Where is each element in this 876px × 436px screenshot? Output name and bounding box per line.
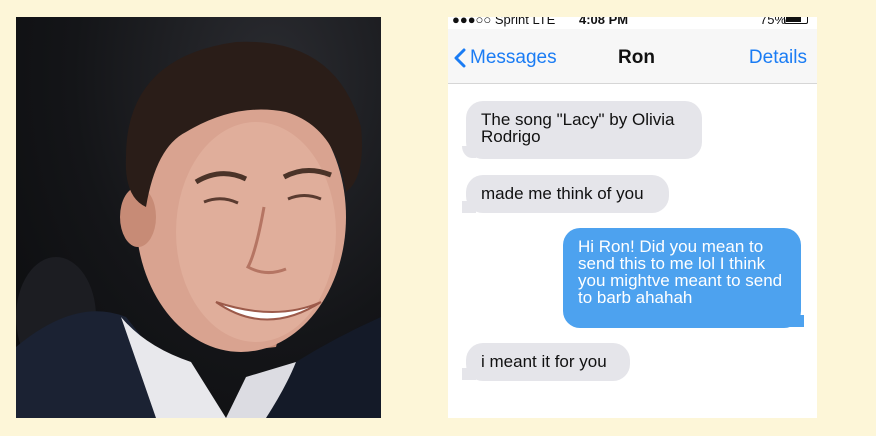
status-bar: ●●●○○ Sprint LTE 4:08 PM 75% [448,17,817,29]
message-text: The song "Lacy" by Olivia Rodrigo [481,110,675,146]
carrier-signal: ●●●○○ Sprint LTE [452,17,556,27]
message-text: made me think of you [481,184,644,203]
message-bubble-incoming[interactable]: made me think of you [466,175,669,213]
status-time: 4:08 PM [579,17,629,27]
details-button[interactable]: Details [749,47,807,69]
profile-photo [16,17,381,418]
message-bubble-incoming[interactable]: The song "Lacy" by Olivia Rodrigo [466,101,702,159]
messages-screenshot: ●●●○○ Sprint LTE 4:08 PM 75% Messages Ro… [448,17,817,418]
message-bubble-outgoing[interactable]: Hi Ron! Did you mean to send this to me … [563,228,801,328]
message-bubble-incoming[interactable]: i meant it for you [466,343,630,381]
message-text: i meant it for you [481,352,607,371]
battery-percent: 75% [760,17,787,27]
battery-icon [784,17,808,24]
conversation-header: Messages Ron Details [448,29,817,84]
man-portrait-image [16,41,381,418]
message-text: Hi Ron! Did you mean to send this to me … [578,237,783,307]
